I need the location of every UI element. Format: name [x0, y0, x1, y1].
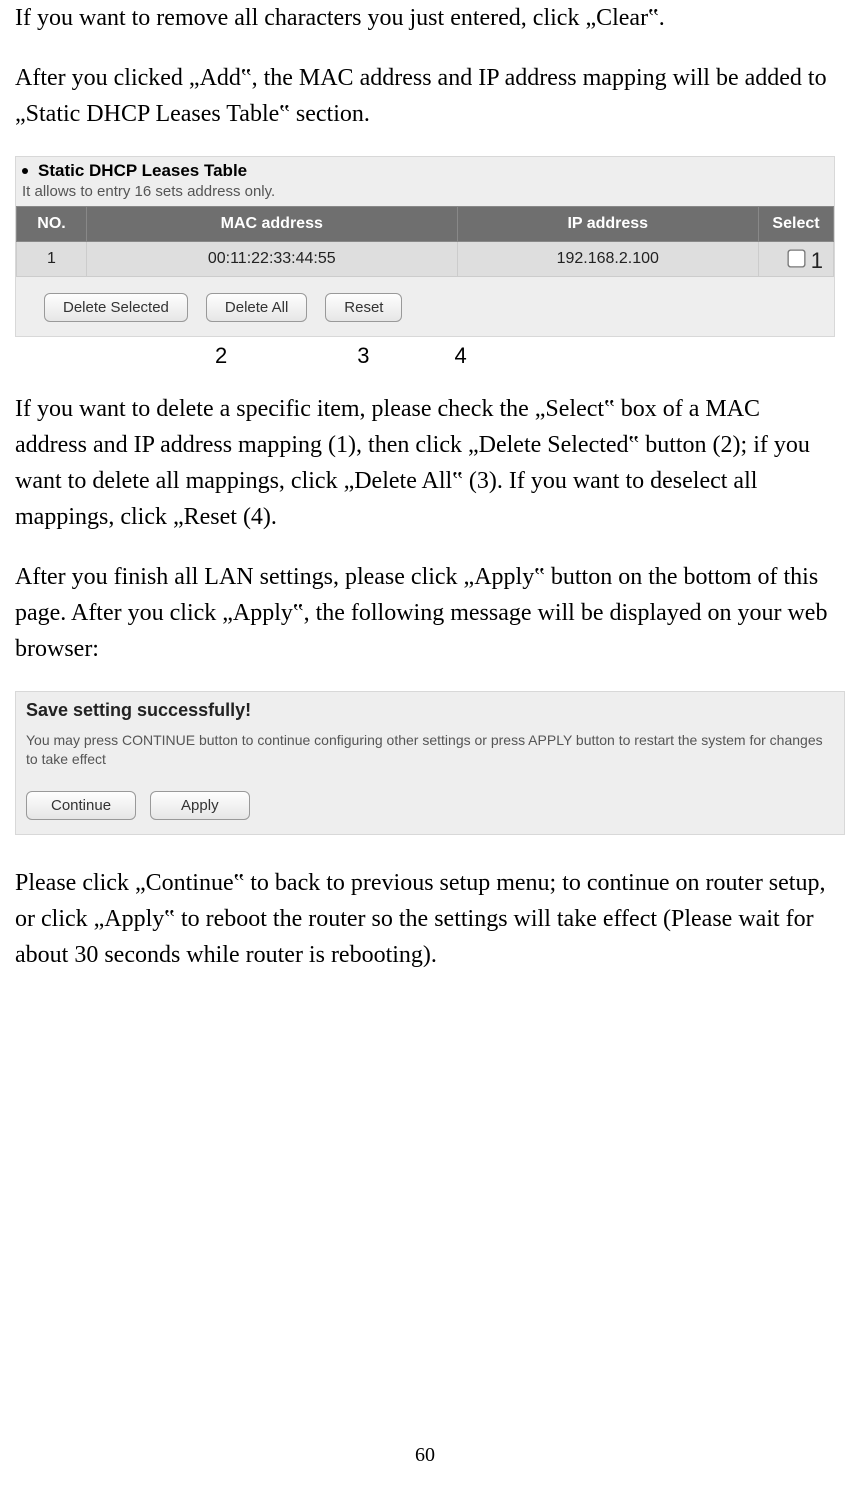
callout-row: 2 3 4 [15, 343, 835, 369]
paragraph-delete: If you want to delete a specific item, p… [15, 391, 835, 535]
figure-title: Static DHCP Leases Table [38, 161, 247, 181]
table-header-row: NO. MAC address IP address Select [17, 207, 834, 242]
select-checkbox[interactable] [787, 250, 805, 268]
cell-ip: 192.168.2.100 [457, 242, 758, 277]
leases-table: NO. MAC address IP address Select 1 00:1… [16, 206, 834, 277]
table-row: 1 00:11:22:33:44:55 192.168.2.100 1 [17, 242, 834, 277]
cell-mac: 00:11:22:33:44:55 [87, 242, 458, 277]
cell-select: 1 [759, 242, 834, 277]
paragraph-add: After you clicked „Add‟, the MAC address… [15, 60, 835, 132]
apply-button[interactable]: Apply [150, 791, 250, 820]
annotation-4: 4 [455, 343, 467, 369]
delete-all-button[interactable]: Delete All [206, 293, 307, 322]
save-message: You may press CONTINUE button to continu… [26, 731, 834, 769]
header-mac: MAC address [87, 207, 458, 242]
save-figure: Save setting successfully! You may press… [15, 691, 845, 835]
save-title: Save setting successfully! [26, 700, 834, 721]
paragraph-clear: If you want to remove all characters you… [15, 0, 835, 36]
header-select: Select [759, 207, 834, 242]
paragraph-apply: After you finish all LAN settings, pleas… [15, 559, 835, 667]
reset-button[interactable]: Reset [325, 293, 402, 322]
annotation-2: 2 [215, 343, 227, 369]
annotation-1: 1 [811, 248, 823, 274]
delete-selected-button[interactable]: Delete Selected [44, 293, 188, 322]
cell-no: 1 [17, 242, 87, 277]
page-number: 60 [15, 1444, 835, 1467]
header-no: NO. [17, 207, 87, 242]
continue-button[interactable]: Continue [26, 791, 136, 820]
annotation-3: 3 [357, 343, 369, 369]
button-row: Delete Selected Delete All Reset [16, 277, 834, 336]
save-button-row: Continue Apply [26, 791, 834, 820]
static-dhcp-figure: Static DHCP Leases Table It allows to en… [15, 156, 835, 337]
paragraph-continue: Please click „Continue‟ to back to previ… [15, 865, 835, 973]
header-ip: IP address [457, 207, 758, 242]
figure-subtitle: It allows to entry 16 sets address only. [16, 181, 834, 206]
bullet-icon [22, 168, 28, 174]
